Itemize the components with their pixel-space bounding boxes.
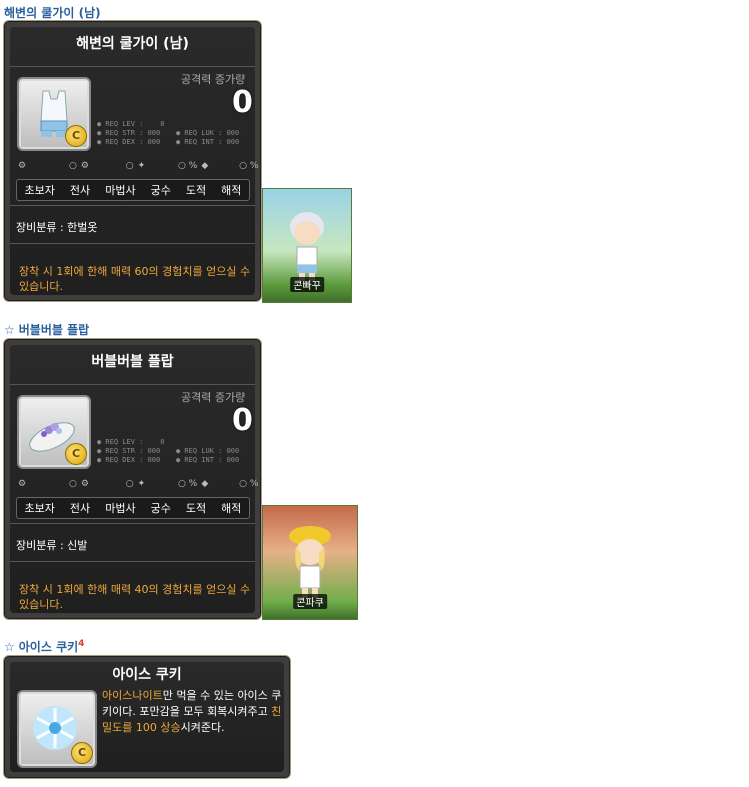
divider [10,243,255,244]
job-beginner: 초보자 [24,502,55,515]
job-thief: 도적 [185,184,207,197]
mini-stats: ⚙ ○ ⚙ ○ ✦ ○ % ◆ ○ % [18,161,259,171]
star-icon: ☆ [4,640,15,654]
divider [10,384,255,385]
section-heading[interactable]: ☆ 아이스 쿠키4 [4,638,84,655]
job-list: 초보자 전사 마법사 궁수 도적 해적 [16,497,250,519]
item-tooltip: 버블버블 플랍 C 공격력 증가량 0 ● REQ LEV : 0 ● REQ … [3,338,262,620]
avatar-name: 콘파쿠 [293,594,327,609]
job-thief: 도적 [185,502,207,515]
item-icon: C [17,690,97,768]
job-beginner: 초보자 [24,184,55,197]
rarity-icon: ⚙ [18,161,27,171]
job-list: 초보자 전사 마법사 궁수 도적 해적 [16,179,250,201]
req-stats-left: ● REQ LEV : 0 ● REQ STR : 000 ● REQ DEX … [97,120,165,146]
divider [10,561,255,562]
section-heading[interactable]: 해변의 쿨가이 (남) [4,4,101,21]
item-name: 아이스 쿠키 [112,667,182,683]
divider [10,523,255,524]
equip-category: 장비분류 : 한벌옷 [16,221,98,234]
item-description: 장착 시 1회에 한해 매력 40의 경험치를 얻으실 수 있습니다. [19,583,251,611]
item-description: 아이스나이트만 먹을 수 있는 아이스 쿠키이다. 포만감을 모두 회복시켜주고… [102,689,282,734]
avatar-preview: 콘빠꾸 [262,188,352,303]
mini-stats: ⚙ ○ ⚙ ○ ✦ ○ % ◆ ○ % [18,479,259,489]
avatar-name: 콘빠꾸 [290,277,324,292]
rarity-icon: ⚙ [18,479,27,489]
divider [10,66,255,67]
job-warrior: 전사 [69,184,91,197]
item-tooltip: 해변의 쿨가이 (남) C 공격력 증가량 0 ● REQ LEV : 0 ● … [3,20,262,302]
section-heading[interactable]: ☆ 버블버블 플랍 [4,321,89,338]
job-warrior: 전사 [69,502,91,515]
count-badge: 4 [78,639,85,649]
job-archer: 궁수 [150,502,171,515]
coin-icon: C [71,742,93,764]
item-icon: C [17,77,91,151]
req-stats-right: ● REQ LUK : 000 ● REQ INT : 000 [176,447,240,464]
job-magician: 마법사 [105,502,136,515]
item-description: 장착 시 1회에 한해 매력 60의 경험치를 얻으실 수 있습니다. [19,265,251,293]
coin-icon: C [65,125,87,147]
item-name: 해변의 쿨가이 (남) [76,36,189,52]
item-tooltip: 아이스 쿠키 C 아이스나이트만 먹을 수 있는 아이스 쿠키이다. 포만감을 … [3,655,291,779]
item-icon: C [17,395,91,469]
job-pirate: 해적 [221,184,242,197]
divider [10,205,255,206]
attack-value: 0 [232,85,253,120]
job-magician: 마법사 [105,184,136,197]
coin-icon: C [65,443,87,465]
avatar-preview: 콘파쿠 [262,505,358,620]
attack-value: 0 [232,403,253,438]
job-pirate: 해적 [221,502,242,515]
req-stats-right: ● REQ LUK : 000 ● REQ INT : 000 [176,129,240,146]
job-archer: 궁수 [150,184,171,197]
star-icon: ☆ [4,323,15,337]
req-stats-left: ● REQ LEV : 0 ● REQ STR : 000 ● REQ DEX … [97,438,165,464]
equip-category: 장비분류 : 신발 [16,539,88,552]
item-name: 버블버블 플랍 [91,354,174,370]
